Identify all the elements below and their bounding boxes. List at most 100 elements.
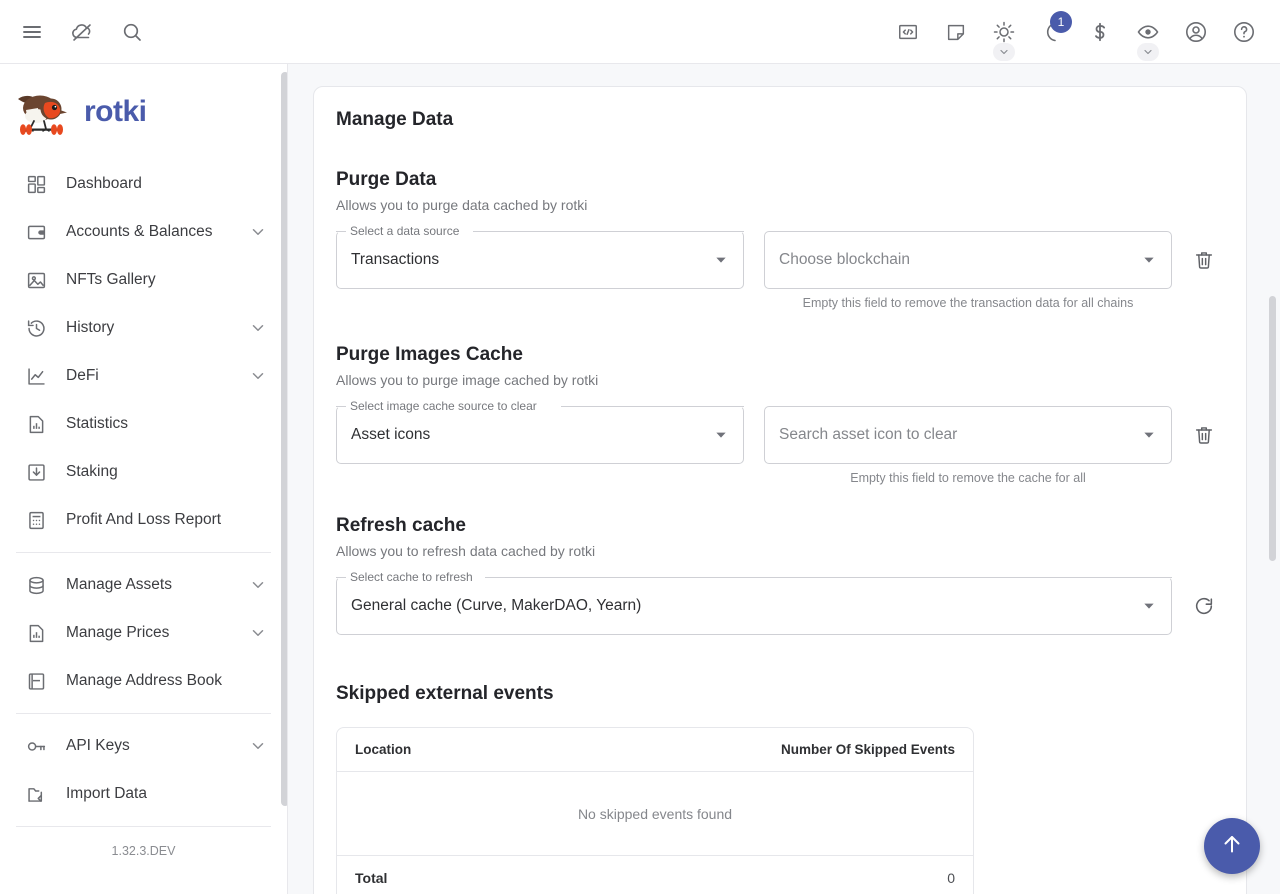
sidebar-divider — [16, 552, 271, 553]
privacy-chevron-down-icon[interactable] — [1137, 42, 1159, 61]
sidebar-divider — [16, 713, 271, 714]
trash-icon[interactable] — [1184, 240, 1224, 280]
sidebar-group-tools: API Keys Import Data — [0, 722, 287, 818]
purge-data-section: Purge Data Allows you to purge data cach… — [336, 169, 1224, 310]
trash-icon[interactable] — [1184, 415, 1224, 455]
image-cache-source-select[interactable]: Select image cache source to clear Asset… — [336, 399, 744, 464]
column-header-location[interactable]: Location — [337, 728, 532, 772]
sidebar-item-import-data[interactable]: Import Data — [8, 770, 279, 818]
sidebar-item-api-keys[interactable]: API Keys — [8, 722, 279, 770]
search-icon[interactable] — [112, 12, 152, 52]
table-row-total: Total 0 — [337, 855, 973, 894]
sidebar-item-label: Manage Assets — [66, 576, 172, 593]
skipped-events-table: Location Number Of Skipped Events No ski… — [336, 727, 974, 894]
data-source-value: Transactions — [351, 251, 440, 268]
sidebar-item-profit-and-loss-report[interactable]: Profit And Loss Report — [8, 496, 279, 544]
sidebar-item-statistics[interactable]: Statistics — [8, 400, 279, 448]
sidebar-item-manage-address-book[interactable]: Manage Address Book — [8, 657, 279, 705]
sun-icon[interactable] — [984, 12, 1024, 61]
chevron-down-icon[interactable] — [713, 252, 729, 268]
sidebar-item-label: Accounts & Balances — [66, 223, 213, 240]
skipped-events-section: Skipped external events Location Number … — [336, 683, 1224, 894]
sidebar-scrollbar[interactable] — [281, 72, 287, 806]
refresh-cache-title: Refresh cache — [336, 515, 466, 536]
blockchain-placeholder: Choose blockchain — [779, 251, 910, 268]
sidebar-item-history[interactable]: History — [8, 304, 279, 352]
chevron-down-icon[interactable] — [249, 737, 267, 755]
staking-icon — [24, 460, 48, 484]
help-icon[interactable] — [1224, 12, 1264, 52]
chevron-down-icon[interactable] — [249, 576, 267, 594]
column-header-number-of-skipped-events[interactable]: Number Of Skipped Events — [531, 728, 973, 772]
purge-images-subtitle: Allows you to purge image cached by rotk… — [336, 372, 599, 388]
scroll-to-top-button[interactable] — [1204, 818, 1260, 874]
code-icon[interactable] — [888, 12, 928, 52]
sidebar-item-label: Staking — [66, 463, 118, 480]
chevron-down-icon[interactable] — [249, 319, 267, 337]
dollar-icon[interactable] — [1080, 12, 1120, 52]
wallet-icon — [24, 220, 48, 244]
price-icon — [24, 621, 48, 645]
theme-chevron-down-icon[interactable] — [993, 42, 1015, 61]
chevron-down-icon[interactable] — [249, 367, 267, 385]
sidebar-item-staking[interactable]: Staking — [8, 448, 279, 496]
total-value: 0 — [531, 855, 973, 894]
key-icon — [24, 734, 48, 758]
page-title: Manage Data — [336, 109, 454, 130]
main-scrollbar[interactable] — [1269, 296, 1276, 561]
brand[interactable]: rotki — [0, 64, 287, 160]
sidebar-group-manage: Manage Assets Manage Prices Manage Addre… — [0, 561, 287, 705]
arrow-up-icon — [1220, 832, 1244, 861]
chart-line-icon — [24, 364, 48, 388]
table-row: No skipped events found — [337, 771, 973, 856]
purge-images-title: Purge Images Cache — [336, 344, 523, 365]
sidebar-item-label: Profit And Loss Report — [66, 511, 222, 528]
statistics-icon — [24, 412, 48, 436]
manage-data-card: Manage Data Purge Data Allows you to pur… — [313, 86, 1247, 894]
sidebar-item-dashboard[interactable]: Dashboard — [8, 160, 279, 208]
chevron-down-icon[interactable] — [1141, 252, 1157, 268]
sidebar-item-label: Statistics — [66, 415, 129, 432]
chevron-down-icon[interactable] — [249, 624, 267, 642]
sidebar-item-label: Import Data — [66, 785, 147, 802]
main-content: Manage Data Purge Data Allows you to pur… — [288, 64, 1280, 894]
sidebar-item-label: Dashboard — [66, 175, 142, 192]
chevron-down-icon[interactable] — [249, 223, 267, 241]
skipped-events-title: Skipped external events — [336, 683, 554, 704]
database-icon — [24, 573, 48, 597]
asset-icon-search-select[interactable]: Search asset icon to clear — [764, 406, 1172, 464]
data-source-legend: Select a data source — [346, 224, 464, 238]
chevron-down-icon[interactable] — [1141, 427, 1157, 443]
sidebar-item-accounts-balances[interactable]: Accounts & Balances — [8, 208, 279, 256]
top-app-bar: 1 — [0, 0, 1280, 64]
blockchain-hint: Empty this field to remove the transacti… — [802, 296, 1134, 310]
note-icon[interactable] — [936, 12, 976, 52]
refresh-cache-legend: Select cache to refresh — [346, 570, 477, 584]
refresh-cache-select[interactable]: Select cache to refresh General cache (C… — [336, 570, 1172, 635]
notification-icon[interactable]: 1 — [1032, 10, 1072, 52]
sidebar-item-nfts-gallery[interactable]: NFTs Gallery — [8, 256, 279, 304]
cloud-off-icon[interactable] — [62, 12, 102, 52]
refresh-cache-value: General cache (Curve, MakerDAO, Yearn) — [351, 597, 642, 614]
chevron-down-icon[interactable] — [713, 427, 729, 443]
sidebar-item-label: Manage Address Book — [66, 672, 222, 689]
brand-name: rotki — [84, 95, 147, 128]
sidebar-item-manage-assets[interactable]: Manage Assets — [8, 561, 279, 609]
sidebar-item-defi[interactable]: DeFi — [8, 352, 279, 400]
menu-icon[interactable] — [12, 12, 52, 52]
asset-icon-search-hint: Empty this field to remove the cache for… — [850, 471, 1086, 485]
refresh-icon[interactable] — [1184, 586, 1224, 626]
chevron-down-icon[interactable] — [1141, 598, 1157, 614]
sidebar-item-manage-prices[interactable]: Manage Prices — [8, 609, 279, 657]
blockchain-select[interactable]: Choose blockchain — [764, 231, 1172, 289]
calculator-icon — [24, 508, 48, 532]
purge-images-row: Select image cache source to clear Asset… — [336, 399, 1224, 485]
sidebar: rotki Dashboard Accounts & Balances NFTs… — [0, 64, 288, 894]
folder-import-icon — [24, 782, 48, 806]
empty-state-text: No skipped events found — [337, 771, 973, 856]
account-icon[interactable] — [1176, 12, 1216, 52]
appbar-right-group: 1 — [888, 10, 1280, 61]
image-icon — [24, 268, 48, 292]
data-source-select[interactable]: Select a data source Transactions — [336, 224, 744, 289]
eye-icon[interactable] — [1128, 12, 1168, 61]
